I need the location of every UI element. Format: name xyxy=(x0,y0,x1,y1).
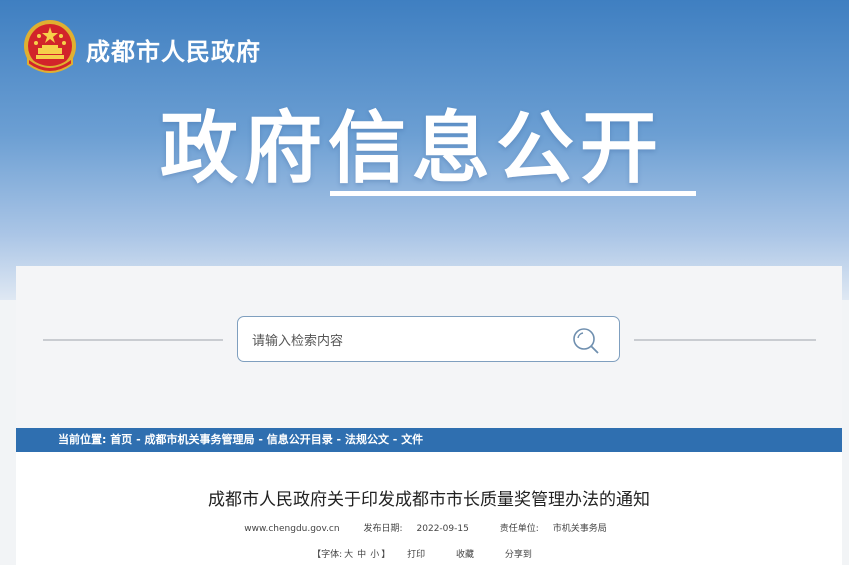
breadcrumb-separator: - xyxy=(332,433,345,446)
breadcrumb-item-regulations[interactable]: 法规公文 xyxy=(345,433,389,446)
responsible-unit: 市机关事务局 xyxy=(552,524,607,534)
font-size-small-button[interactable]: 小 xyxy=(370,550,379,560)
banner-title-underline xyxy=(330,191,696,196)
search-icon[interactable] xyxy=(571,326,601,356)
search-box xyxy=(237,316,620,362)
breadcrumb-item-catalog[interactable]: 信息公开目录 xyxy=(267,433,333,446)
font-size-medium-button[interactable]: 中 xyxy=(357,550,366,560)
divider-right xyxy=(634,339,816,341)
article-title: 成都市人民政府关于印发成都市市长质量奖管理办法的通知 xyxy=(208,490,650,510)
national-emblem-icon xyxy=(24,20,76,73)
publish-date: 2022-09-15 xyxy=(416,524,469,534)
site-name[interactable]: 成都市人民政府 xyxy=(86,32,261,67)
breadcrumb-separator: - xyxy=(388,433,402,446)
breadcrumb-item-documents[interactable]: 文件 xyxy=(401,433,423,446)
breadcrumb-item-home[interactable]: 首页 xyxy=(110,433,132,446)
font-size-suffix: 】 xyxy=(381,550,391,560)
favorite-button[interactable]: 收藏 xyxy=(456,550,474,560)
breadcrumb-separator: - xyxy=(132,433,145,446)
font-size-prefix: 【字体: xyxy=(312,550,343,560)
divider-left xyxy=(43,339,223,341)
breadcrumb: 当前位置: 首页 - 成都市机关事务管理局 - 信息公开目录 - 法规公文 - … xyxy=(16,428,842,452)
share-button[interactable]: 分享到 xyxy=(505,550,532,560)
print-button[interactable]: 打印 xyxy=(407,550,425,560)
article-meta: www.chengdu.gov.cn 发布日期: 2022-09-15 责任单位:… xyxy=(16,521,842,534)
search-input[interactable] xyxy=(250,329,564,353)
font-size-group: 【字体: 大中小】 xyxy=(312,550,390,560)
font-size-large-button[interactable]: 大 xyxy=(344,550,353,560)
article: 成都市人民政府关于印发成都市市长质量奖管理办法的通知 www.chengdu.g… xyxy=(16,452,842,565)
breadcrumb-separator: - xyxy=(254,433,267,446)
publish-date-label: 发布日期: xyxy=(363,524,403,534)
breadcrumb-item-bureau[interactable]: 成都市机关事务管理局 xyxy=(144,433,254,446)
banner-title: 政府信息公开 xyxy=(160,104,665,194)
header-banner: 成都市人民政府 政府信息公开 xyxy=(0,0,849,300)
breadcrumb-label: 当前位置: xyxy=(58,433,107,446)
article-source: www.chengdu.gov.cn xyxy=(244,524,340,534)
responsible-unit-label: 责任单位: xyxy=(499,524,539,534)
article-tools: 【字体: 大中小】 打印 收藏 分享到 xyxy=(16,547,842,560)
